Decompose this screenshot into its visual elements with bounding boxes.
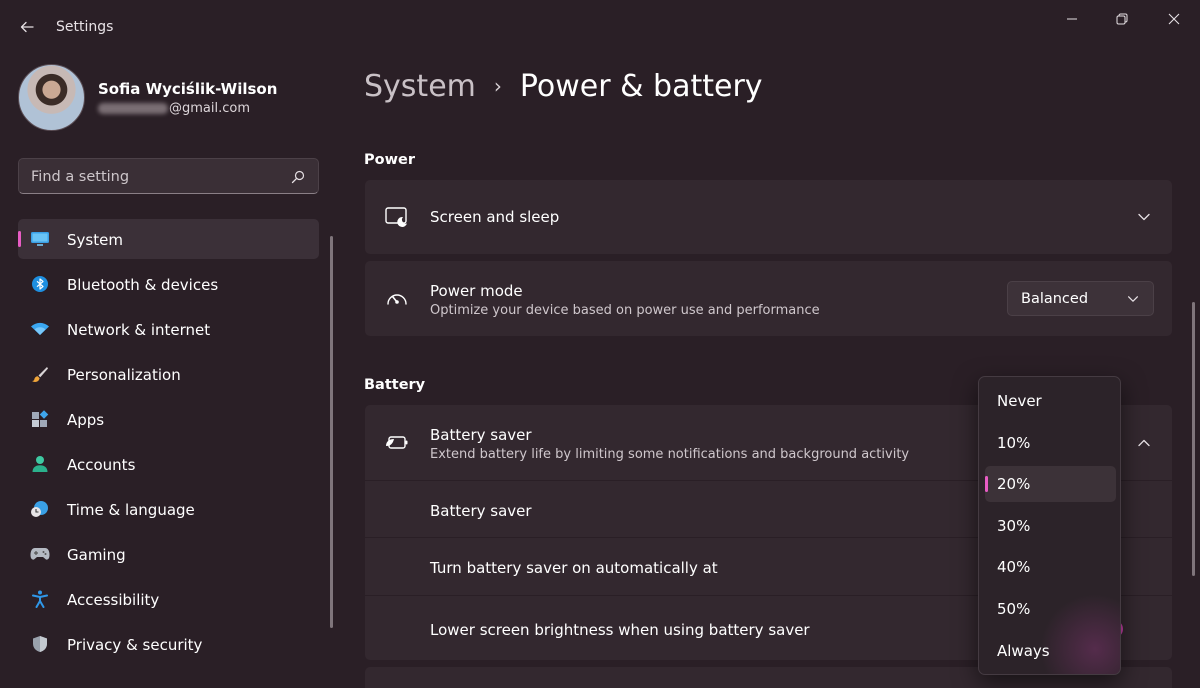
chevron-down-icon xyxy=(1138,213,1150,221)
paintbrush-icon xyxy=(30,365,50,383)
sidebar-item-personalization[interactable]: Personalization xyxy=(18,354,319,394)
sidebar-item-bluetooth[interactable]: Bluetooth & devices xyxy=(18,264,319,304)
option-label: 20% xyxy=(997,475,1031,493)
battery-saver-description: Extend battery life by limiting some not… xyxy=(430,447,910,462)
sidebar-item-accounts[interactable]: Accounts xyxy=(18,444,319,484)
flyout-option-20[interactable]: 20% xyxy=(985,466,1116,502)
flyout-option-30[interactable]: 30% xyxy=(985,508,1116,544)
sidebar-item-label: Network & internet xyxy=(67,321,211,339)
wifi-icon xyxy=(30,320,50,338)
battery-saver-row-label: Battery saver xyxy=(430,502,532,520)
sidebar-nav: System Bluetooth & devices Network & int… xyxy=(18,219,319,669)
power-mode-description: Optimize your device based on power use … xyxy=(430,303,820,318)
clock-globe-icon xyxy=(30,500,50,518)
battery-threshold-flyout: Never 10% 20% 30% 40% 50% Always xyxy=(978,376,1121,675)
sidebar-scrollbar[interactable] xyxy=(330,236,333,628)
battery-leaf-icon xyxy=(385,431,409,455)
battery-section-title: Battery xyxy=(364,377,426,393)
shield-icon xyxy=(30,635,50,653)
user-name: Sofia Wyciślik-Wilson xyxy=(98,80,278,98)
content-scrollbar[interactable] xyxy=(1192,302,1195,576)
restore-icon xyxy=(1116,13,1128,25)
app-title: Settings xyxy=(56,19,114,35)
sidebar-item-label: Accounts xyxy=(67,456,136,474)
search-input[interactable]: Find a setting xyxy=(18,158,319,194)
accessibility-icon xyxy=(30,590,50,608)
gamepad-icon xyxy=(30,545,50,563)
option-label: 50% xyxy=(997,600,1031,618)
option-label: 40% xyxy=(997,558,1031,576)
sidebar-item-time-language[interactable]: Time & language xyxy=(18,489,319,529)
avatar[interactable] xyxy=(18,64,85,131)
sidebar-item-privacy-security[interactable]: Privacy & security xyxy=(18,624,319,664)
option-label: 10% xyxy=(997,434,1031,452)
search-icon xyxy=(291,170,305,184)
power-mode-value: Balanced xyxy=(1021,291,1089,307)
flyout-option-always[interactable]: Always xyxy=(985,633,1116,669)
email-redacted xyxy=(98,103,168,114)
power-section-title: Power xyxy=(364,152,415,168)
close-button[interactable] xyxy=(1154,8,1194,30)
minimize-icon xyxy=(1067,18,1077,20)
sidebar-item-system[interactable]: System xyxy=(18,219,319,259)
email-domain: @gmail.com xyxy=(169,101,251,116)
breadcrumb-separator: › xyxy=(493,74,502,98)
breadcrumb-parent[interactable]: System xyxy=(364,69,476,104)
screen-sleep-card[interactable]: Screen and sleep xyxy=(365,180,1172,254)
person-icon xyxy=(30,455,50,473)
sidebar-item-apps[interactable]: Apps xyxy=(18,399,319,439)
flyout-option-50[interactable]: 50% xyxy=(985,591,1116,627)
bluetooth-icon xyxy=(30,275,50,293)
sidebar-item-gaming[interactable]: Gaming xyxy=(18,534,319,574)
selected-indicator xyxy=(985,476,988,492)
lower-brightness-row-label: Lower screen brightness when using batte… xyxy=(430,621,810,639)
sidebar-item-label: System xyxy=(67,231,123,249)
option-label: Never xyxy=(997,392,1042,410)
apps-icon xyxy=(30,410,50,428)
sidebar-item-network[interactable]: Network & internet xyxy=(18,309,319,349)
flyout-option-10[interactable]: 10% xyxy=(985,425,1116,461)
close-icon xyxy=(1168,13,1180,25)
restore-button[interactable] xyxy=(1102,8,1142,30)
back-arrow-icon xyxy=(20,21,34,33)
page-title: Power & battery xyxy=(519,68,763,104)
sidebar-item-label: Accessibility xyxy=(67,591,160,609)
sidebar-item-label: Privacy & security xyxy=(67,636,203,654)
active-indicator xyxy=(18,231,21,247)
sidebar-item-label: Apps xyxy=(67,411,105,429)
chevron-up-icon xyxy=(1138,439,1150,447)
power-mode-dropdown[interactable]: Balanced xyxy=(1007,281,1154,316)
flyout-option-never[interactable]: Never xyxy=(985,383,1116,419)
sidebar-item-label: Personalization xyxy=(67,366,181,384)
screen-sleep-title: Screen and sleep xyxy=(430,208,560,226)
screen-sleep-icon xyxy=(385,205,409,229)
breadcrumb: System › Power & battery xyxy=(364,66,763,106)
speedometer-icon xyxy=(385,286,409,310)
option-label: Always xyxy=(997,642,1050,660)
sidebar-item-accessibility[interactable]: Accessibility xyxy=(18,579,319,619)
power-mode-title: Power mode xyxy=(430,282,523,300)
sidebar-item-label: Gaming xyxy=(67,546,126,564)
flyout-option-40[interactable]: 40% xyxy=(985,549,1116,585)
option-label: 30% xyxy=(997,517,1031,535)
monitor-icon xyxy=(30,230,50,248)
back-button[interactable] xyxy=(14,14,40,40)
minimize-button[interactable] xyxy=(1052,8,1092,30)
title-bar: Settings xyxy=(0,0,1200,52)
user-email: @gmail.com xyxy=(98,101,250,116)
battery-saver-title: Battery saver xyxy=(430,426,532,444)
search-placeholder: Find a setting xyxy=(31,169,130,185)
chevron-down-icon xyxy=(1128,296,1138,302)
sidebar-item-label: Time & language xyxy=(67,501,195,519)
threshold-row-label: Turn battery saver on automatically at xyxy=(430,559,718,577)
sidebar-item-label: Bluetooth & devices xyxy=(67,276,219,294)
